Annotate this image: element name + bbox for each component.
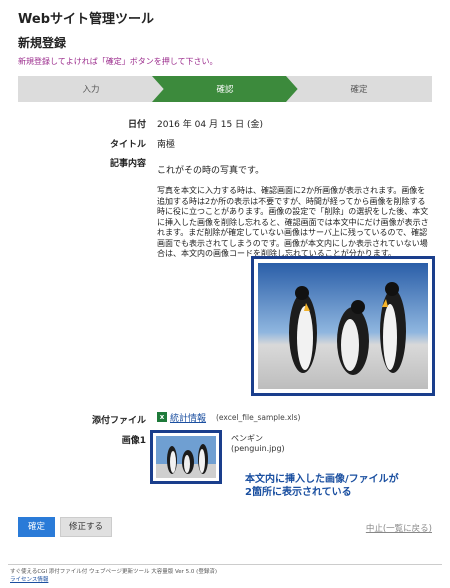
penguin-thumbnail-icon — [156, 436, 216, 478]
attachment-link[interactable]: 統計情報 — [170, 411, 206, 424]
page-title: 新規登録 — [18, 36, 67, 50]
instruction-text: 新規登録してよければ「確定」ボタンを押して下さい。 — [18, 57, 218, 66]
app-title: Webサイト管理ツール — [18, 12, 154, 27]
content-first-line: これがその時の写真です。 — [157, 166, 265, 176]
annotation-line-2: 2箇所に表示されている — [245, 487, 352, 498]
annotation-note: 本文内に挿入した画像/ファイルが 2箇所に表示されている — [245, 473, 399, 499]
cancel-return-link[interactable]: 中止(一覧に戻る) — [366, 522, 432, 534]
edit-button[interactable]: 修正する — [60, 517, 112, 537]
image1-filename: (penguin.jpg) — [231, 444, 285, 453]
attachment-label: 添付ファイル — [91, 416, 146, 426]
attachment-filename: (excel_file_sample.xls) — [216, 413, 301, 422]
step-finalize: 確定 — [286, 76, 432, 102]
excel-file-icon: x — [157, 412, 167, 422]
step-input: 入力 — [18, 76, 164, 102]
progress-steps: 入力 確認 確定 — [18, 76, 432, 102]
confirm-button[interactable]: 確定 — [18, 517, 55, 537]
image1-name: ペンギン — [231, 434, 263, 443]
title-value: 南極 — [157, 140, 176, 150]
inline-image-penguins — [251, 256, 435, 396]
license-link[interactable]: ライセンス情報 — [10, 575, 48, 583]
date-value: 2016 年 04 月 15 日 (金) — [157, 120, 263, 130]
annotation-line-1: 本文内に挿入した画像/ファイルが — [245, 474, 399, 485]
title-label: タイトル — [109, 140, 146, 150]
penguin-photo-icon — [258, 263, 428, 389]
date-label: 日付 — [127, 120, 146, 130]
step-confirm: 確認 — [152, 76, 298, 102]
image1-label: 画像1 — [121, 436, 146, 446]
footer-divider — [8, 564, 442, 565]
image1-thumbnail — [150, 430, 222, 484]
content-label: 記事内容 — [109, 159, 146, 169]
content-body: 写真を本文に入力する時は、確認画面に2か所画像が表示されます。画像を追加する時は… — [157, 186, 429, 258]
footer-text: すぐ使えるCGI 添付ファイル付 ウェブページ更新ツール 大容量版 Ver 5.… — [10, 569, 217, 575]
